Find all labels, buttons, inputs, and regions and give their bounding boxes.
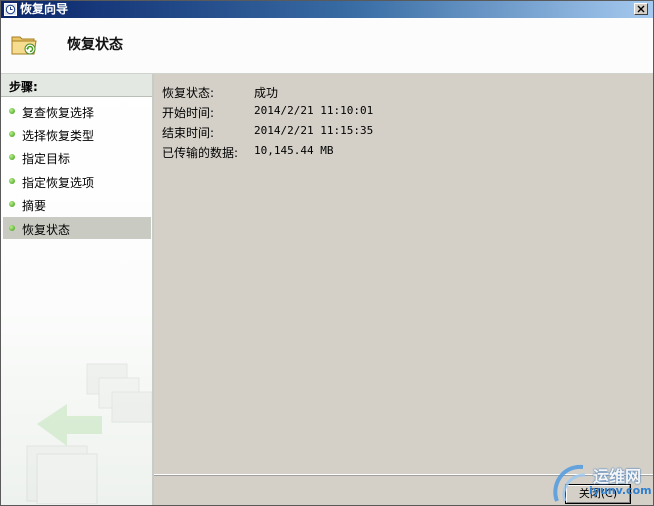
data-transferred-value: 10,145.44 MB	[254, 144, 334, 157]
step-label: 选择恢复类型	[22, 129, 95, 143]
step-specify-target[interactable]: 指定目标	[3, 146, 151, 168]
status-row-end-time: 结束时间: 2014/2/21 11:15:35	[162, 123, 642, 141]
step-select-type[interactable]: 选择恢复类型	[3, 123, 151, 145]
status-row-start-time: 开始时间: 2014/2/21 11:10:01	[162, 103, 642, 121]
step-label: 恢复状态	[22, 223, 71, 237]
step-summary[interactable]: 摘要	[3, 193, 151, 215]
step-restore-options[interactable]: 指定恢复选项	[3, 170, 151, 192]
title-close-button[interactable]	[634, 3, 648, 15]
step-bullet-icon	[9, 131, 15, 137]
status-row-data-transferred: 已传输的数据: 10,145.44 MB	[162, 143, 642, 161]
watermark-subtext: iyunv.com	[589, 484, 652, 497]
restore-wizard-window: 恢复向导 恢复状态 步骤: 复查恢复选择 选择恢复类型 指定目标 指定恢复选项 …	[0, 0, 654, 506]
end-time-label: 结束时间:	[162, 126, 215, 140]
step-review-selection[interactable]: 复查恢复选择	[3, 100, 151, 122]
step-label: 摘要	[22, 199, 47, 213]
site-watermark: 运维网 iyunv.com	[549, 459, 653, 505]
step-label: 指定目标	[22, 152, 71, 166]
step-bullet-icon	[9, 108, 15, 114]
status-panel: 恢复状态: 成功 开始时间: 2014/2/21 11:10:01 结束时间: …	[154, 74, 653, 474]
sidebar-backup-illustration-icon	[26, 363, 152, 504]
step-label: 复查恢复选择	[22, 106, 95, 120]
window-title: 恢复向导	[20, 2, 69, 16]
status-value: 成功	[254, 86, 279, 100]
steps-header: 步骤:	[1, 74, 152, 97]
step-bullet-icon	[9, 178, 15, 184]
page-title: 恢复状态	[67, 37, 123, 53]
step-bullet-icon	[9, 154, 15, 160]
step-bullet-icon	[9, 201, 15, 207]
step-label: 指定恢复选项	[22, 176, 95, 190]
status-row-result: 恢复状态: 成功	[162, 83, 642, 101]
status-label: 恢复状态:	[162, 86, 215, 100]
start-time-value: 2014/2/21 11:10:01	[254, 104, 374, 117]
steps-label: 步骤:	[9, 80, 38, 94]
title-bar[interactable]: 恢复向导	[1, 1, 653, 18]
data-transferred-label: 已传输的数据:	[162, 146, 239, 160]
watermark-swirl-icon	[553, 464, 586, 502]
steps-sidebar: 步骤: 复查恢复选择 选择恢复类型 指定目标 指定恢复选项 摘要 恢复状态	[1, 74, 154, 505]
close-x-icon	[637, 5, 645, 13]
wizard-header: 恢复状态	[1, 18, 653, 74]
folder-restore-icon	[11, 36, 37, 55]
start-time-label: 开始时间:	[162, 106, 215, 120]
end-time-value: 2014/2/21 11:15:35	[254, 124, 374, 137]
clock-icon	[4, 3, 17, 16]
step-restore-status[interactable]: 恢复状态	[3, 217, 151, 239]
step-bullet-icon	[9, 225, 15, 231]
